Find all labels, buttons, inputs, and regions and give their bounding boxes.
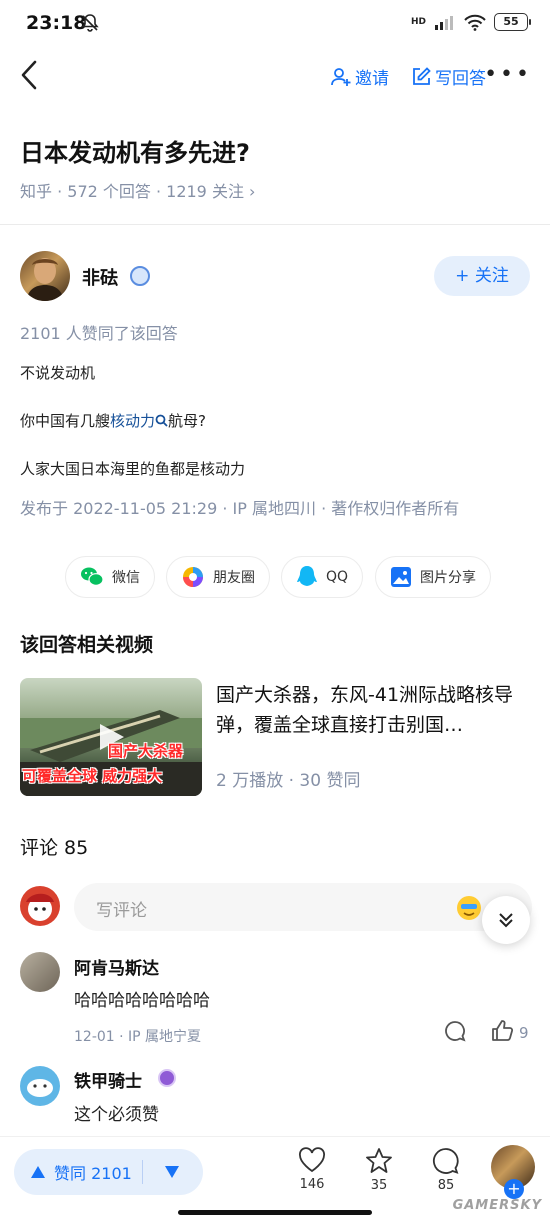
comment-button[interactable]: 85 (421, 1147, 471, 1193)
share-wechat-label: 微信 (112, 570, 140, 586)
comment-meta: 12-01 · IP 属地宁夏 (74, 1029, 202, 1045)
follow-button[interactable]: + 关注 (434, 256, 530, 296)
publish-info: 发布于 2022-11-05 21:29 · IP 属地四川 · 著作权归作者所… (20, 499, 460, 518)
comment-avatar-image (27, 1079, 53, 1097)
share-qq-label: QQ (326, 569, 349, 585)
video-thumbnail[interactable]: 国产大杀器 可覆盖全球 威力强大 (20, 678, 202, 796)
home-indicator (178, 1210, 372, 1215)
share-image-button[interactable]: 图片分享 (375, 556, 491, 598)
moments-icon (183, 567, 203, 587)
battery-indicator: 55 (494, 13, 531, 31)
answer-likes-text: 2101 人赞同了该回答 (20, 324, 178, 343)
edit-icon (413, 67, 431, 85)
signal-icon (435, 16, 453, 30)
my-avatar (20, 886, 60, 926)
upvote-label: 赞同 2101 (54, 1164, 132, 1183)
follow-plus-icon[interactable]: + (504, 1179, 524, 1199)
share-row: 微信 朋友圈 QQ 图片分享 (0, 556, 550, 598)
comment-text: 哈哈哈哈哈哈哈哈 (74, 991, 210, 1011)
vote-button-group: 赞同 2101 (14, 1149, 203, 1195)
status-time: 23:18 (26, 12, 87, 34)
like-count: 146 (299, 1177, 325, 1192)
share-image-label: 图片分享 (420, 570, 476, 586)
comment-bubble-icon (432, 1148, 459, 1174)
related-video-heading: 该回答相关视频 (20, 634, 154, 656)
image-icon (391, 567, 411, 587)
status-bar: 23:18 HD 55 (0, 0, 550, 48)
answer-text-fragment: 航母? (168, 412, 206, 430)
like-button[interactable]: 146 (287, 1147, 337, 1192)
reply-icon[interactable] (444, 1020, 466, 1042)
triangle-up-icon (31, 1166, 45, 1178)
favorite-count: 35 (370, 1178, 388, 1193)
share-moments-label: 朋友圈 (213, 570, 255, 586)
star-icon (366, 1148, 392, 1173)
mute-bell-icon (81, 14, 99, 32)
person-add-icon (331, 67, 351, 86)
thumbnail-caption-2: 可覆盖全球 威力强大 (22, 767, 163, 785)
comment-avatar[interactable] (20, 952, 60, 992)
comment-author[interactable]: 铁甲骑士 (74, 1067, 142, 1092)
answer-text-fragment: 你中国有几艘 (20, 412, 111, 430)
qq-icon (297, 566, 317, 586)
invite-label: 邀请 (355, 69, 389, 89)
question-meta[interactable]: 知乎 · 572 个回答 · 1219 关注 › (20, 178, 255, 202)
wechat-icon (81, 567, 104, 586)
heart-icon (299, 1147, 325, 1173)
network-type-label: HD (410, 17, 426, 27)
share-wechat-button[interactable]: 微信 (65, 556, 155, 598)
wifi-icon (464, 14, 486, 31)
video-title[interactable]: 国产大杀器，东风-41洲际战略核导弹，覆盖全球直接打击别国… (216, 680, 532, 740)
comment-input-placeholder: 写评论 (96, 901, 147, 921)
video-meta: 2 万播放 · 30 赞同 (216, 771, 361, 791)
double-chevron-down-icon (499, 913, 513, 928)
header-divider (0, 224, 550, 225)
share-qq-button[interactable]: QQ (281, 556, 364, 598)
question-title[interactable]: 日本发动机有多先进? (20, 133, 250, 168)
comment-author[interactable]: 阿肯马斯达 (74, 954, 159, 979)
upvote-button[interactable]: 赞同 2101 (30, 1149, 132, 1195)
share-moments-button[interactable]: 朋友圈 (166, 556, 270, 598)
top-nav: 邀请 写回答 ••• (0, 48, 550, 104)
write-answer-label: 写回答 (435, 69, 486, 89)
status-right: HD 55 (410, 13, 531, 31)
my-avatar-image (26, 893, 54, 921)
answer-paragraph: 不说发动机 (20, 364, 96, 382)
thumbs-up-icon[interactable] (490, 1019, 514, 1043)
comment-input[interactable]: 写评论 (74, 883, 532, 931)
author-name[interactable]: 非砝 (82, 264, 118, 290)
vote-divider (142, 1160, 143, 1184)
watermark: GAMERSKY (452, 1198, 542, 1213)
thumbnail-caption-1: 国产大杀器 (108, 742, 184, 760)
downvote-triangle-icon[interactable] (164, 1165, 180, 1179)
verified-badge-icon (158, 1069, 176, 1087)
comment-like-count: 9 (519, 1024, 529, 1042)
author-badge-icon (130, 266, 150, 286)
invite-button[interactable]: 邀请 (331, 64, 389, 89)
back-arrow-icon[interactable] (18, 58, 42, 92)
emoji-icon[interactable] (456, 895, 482, 921)
write-answer-button[interactable]: 写回答 (412, 64, 486, 89)
keyword-link-label: 核动力 (110, 412, 156, 430)
comments-heading: 评论 85 (20, 837, 89, 859)
scroll-down-button[interactable] (482, 896, 530, 944)
author-avatar-image (26, 258, 64, 301)
comment-avatar[interactable] (20, 1066, 60, 1106)
search-icon (155, 414, 168, 427)
answer-paragraph: 人家大国日本海里的鱼都是核动力 (20, 460, 246, 478)
answer-paragraph: 你中国有几艘核动力 航母? (20, 410, 206, 431)
keyword-link[interactable]: 核动力 (110, 412, 168, 430)
comment-count: 85 (437, 1178, 455, 1193)
author-avatar[interactable] (20, 251, 70, 301)
comment-text: 这个必须赞 (74, 1105, 159, 1125)
more-menu-button[interactable]: ••• (484, 62, 532, 87)
favorite-button[interactable]: 35 (354, 1147, 404, 1193)
